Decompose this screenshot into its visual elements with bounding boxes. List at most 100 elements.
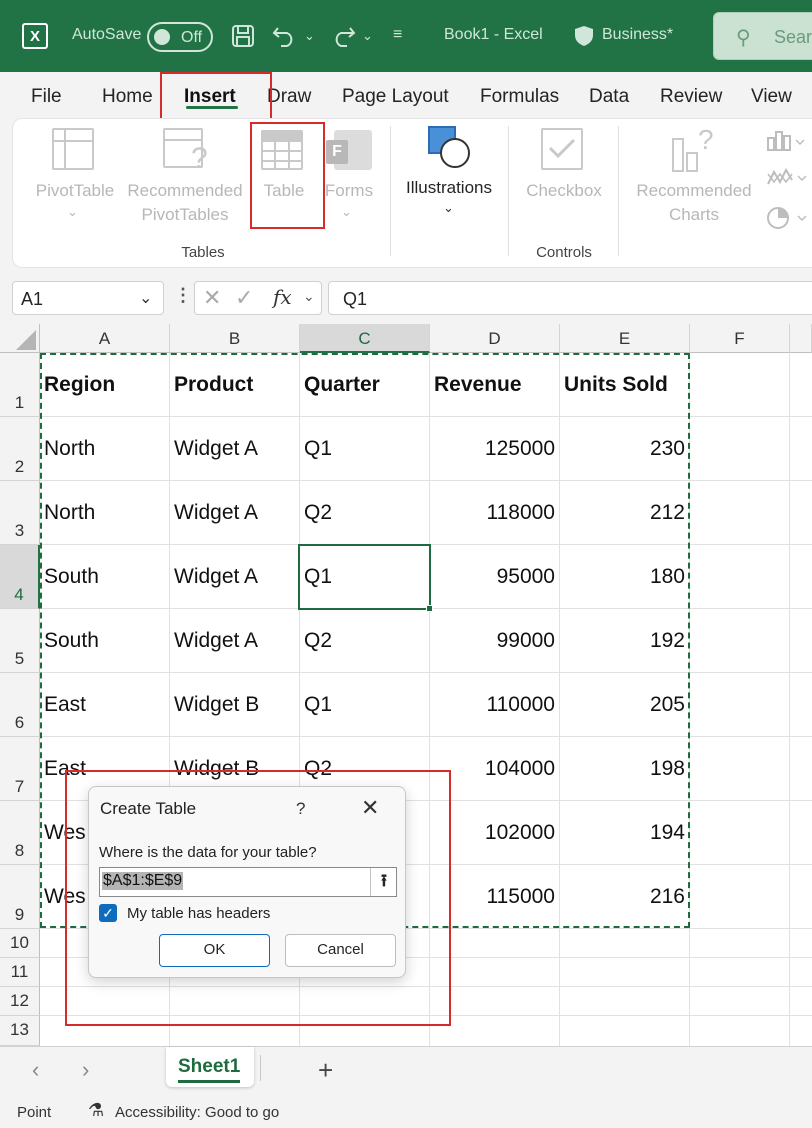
illustrations-dropdown-icon[interactable]: ⌄: [443, 200, 454, 216]
tab-file[interactable]: File: [31, 86, 62, 108]
tab-formulas[interactable]: Formulas: [480, 86, 559, 108]
row-header[interactable]: 4: [0, 545, 40, 609]
tab-view[interactable]: View: [751, 86, 792, 108]
cancel-button[interactable]: Cancel: [285, 934, 396, 967]
range-input[interactable]: $A$1:$E$9 ⭱: [99, 867, 397, 897]
row-header[interactable]: 1: [0, 353, 40, 417]
cancel-entry-icon[interactable]: ✕: [203, 285, 221, 311]
column-header-c[interactable]: C: [300, 324, 430, 353]
customize-qat-icon[interactable]: ≡: [393, 26, 402, 44]
sheet-tab-underline: [178, 1080, 240, 1083]
row-header[interactable]: 13: [0, 1016, 40, 1046]
create-table-dialog: Create Table ? ✕ Where is the data for y…: [88, 786, 406, 978]
status-mode: Point: [17, 1104, 52, 1121]
ribbon-separator: [618, 126, 619, 256]
column-header-b[interactable]: B: [170, 324, 300, 353]
collapse-dialog-icon[interactable]: ⭱: [370, 868, 397, 896]
tab-divider: [260, 1055, 261, 1081]
autosave-state: Off: [181, 29, 203, 46]
undo-dropdown-icon[interactable]: ⌄: [304, 28, 315, 44]
row-header[interactable]: 3: [0, 481, 40, 545]
formula-input[interactable]: Q1: [328, 281, 812, 315]
gridline: [789, 353, 790, 1046]
column-header-f[interactable]: F: [690, 324, 790, 353]
row-header[interactable]: 8: [0, 801, 40, 865]
recommended-pivottables-line2[interactable]: PivotTables: [124, 205, 246, 225]
row-header[interactable]: 12: [0, 987, 40, 1016]
row-header[interactable]: 11: [0, 958, 40, 987]
name-box[interactable]: A1 ⌄: [12, 281, 164, 315]
group-label-tables: Tables: [181, 244, 225, 261]
headers-checkbox[interactable]: ✓: [99, 904, 117, 922]
chevron-down-icon[interactable]: ⌄: [139, 288, 152, 308]
fx-dropdown-icon[interactable]: ⌄: [303, 288, 315, 305]
recommended-charts-icon: ?: [672, 124, 720, 174]
toggle-knob: [154, 29, 170, 45]
forms-button[interactable]: Forms: [322, 181, 376, 201]
close-icon[interactable]: ✕: [361, 795, 379, 821]
sheet-tab-sheet1[interactable]: Sheet1: [166, 1047, 254, 1087]
row-header[interactable]: 10: [0, 929, 40, 958]
column-header-d[interactable]: D: [430, 324, 560, 353]
ribbon-separator: [390, 126, 391, 256]
save-icon[interactable]: [231, 24, 255, 48]
ok-button[interactable]: OK: [159, 934, 270, 967]
tab-review[interactable]: Review: [660, 86, 722, 108]
help-icon[interactable]: ?: [296, 799, 305, 819]
accessibility-status[interactable]: Accessibility: Good to go: [115, 1104, 279, 1121]
redo-icon[interactable]: [330, 24, 356, 48]
pivottable-icon: [52, 128, 96, 172]
group-label-controls: Controls: [536, 244, 592, 261]
undo-icon[interactable]: [272, 24, 298, 48]
column-header-g[interactable]: [790, 324, 812, 353]
autosave-toggle[interactable]: Off: [147, 22, 213, 52]
insert-tab-highlight: [160, 72, 272, 122]
recommended-charts-line1[interactable]: Recommended: [630, 181, 758, 201]
row-header[interactable]: 7: [0, 737, 40, 801]
pivottable-button[interactable]: PivotTable: [30, 181, 120, 201]
row-header[interactable]: 5: [0, 609, 40, 673]
sensitivity-label[interactable]: Business*: [602, 26, 673, 44]
shield-icon: [575, 26, 593, 46]
formula-bar: A1 ⌄ ⋮ ✕ ✓ fx ⌄ Q1: [0, 277, 812, 319]
add-sheet-button[interactable]: +: [318, 1055, 333, 1086]
more-options-icon[interactable]: ⋮: [174, 285, 192, 306]
redo-dropdown-icon[interactable]: ⌄: [362, 28, 373, 44]
select-all-button[interactable]: [0, 324, 40, 353]
search-box[interactable]: ⚲ Sear: [713, 12, 812, 60]
line-chart-icon[interactable]: [766, 166, 810, 190]
formula-buttons: ✕ ✓ fx ⌄: [194, 281, 322, 315]
row-header[interactable]: 6: [0, 673, 40, 737]
accessibility-icon[interactable]: ⚗: [88, 1100, 104, 1121]
scroll-right-icon[interactable]: ›: [82, 1057, 89, 1083]
range-input-value: $A$1:$E$9: [102, 872, 184, 890]
tab-page-layout[interactable]: Page Layout: [342, 86, 449, 108]
insert-function-icon[interactable]: fx: [273, 285, 292, 309]
column-chart-icon[interactable]: [766, 130, 806, 152]
row-header[interactable]: 9: [0, 865, 40, 929]
illustrations-button[interactable]: Illustrations: [400, 178, 498, 198]
scroll-left-icon[interactable]: ‹: [32, 1057, 39, 1083]
recommended-pivottables-icon: ?: [163, 128, 211, 176]
tab-data[interactable]: Data: [589, 86, 629, 108]
forms-dropdown-icon[interactable]: ⌄: [341, 204, 352, 220]
headers-checkbox-label[interactable]: My table has headers: [127, 905, 270, 922]
pivottable-dropdown-icon[interactable]: ⌄: [67, 204, 78, 220]
excel-logo-icon: X: [22, 23, 48, 49]
recommended-pivottables-line1[interactable]: Recommended: [124, 181, 246, 201]
row-header[interactable]: 2: [0, 417, 40, 481]
pie-chart-icon[interactable]: [766, 205, 810, 231]
name-box-value: A1: [21, 289, 44, 309]
recommended-charts-line2[interactable]: Charts: [630, 205, 758, 225]
excel-logo-letter: X: [29, 27, 40, 45]
search-placeholder: Sear: [774, 27, 812, 47]
tab-home[interactable]: Home: [102, 86, 153, 108]
illustrations-icon: [428, 126, 472, 170]
column-header-a[interactable]: A: [40, 324, 170, 353]
column-header-e[interactable]: E: [560, 324, 690, 353]
tab-draw[interactable]: Draw: [267, 86, 311, 108]
confirm-entry-icon[interactable]: ✓: [235, 285, 253, 311]
checkbox-button[interactable]: Checkbox: [522, 181, 606, 201]
ribbon-separator: [508, 126, 509, 256]
sheet-tab-bar: ‹ › Sheet1 +: [0, 1046, 812, 1096]
